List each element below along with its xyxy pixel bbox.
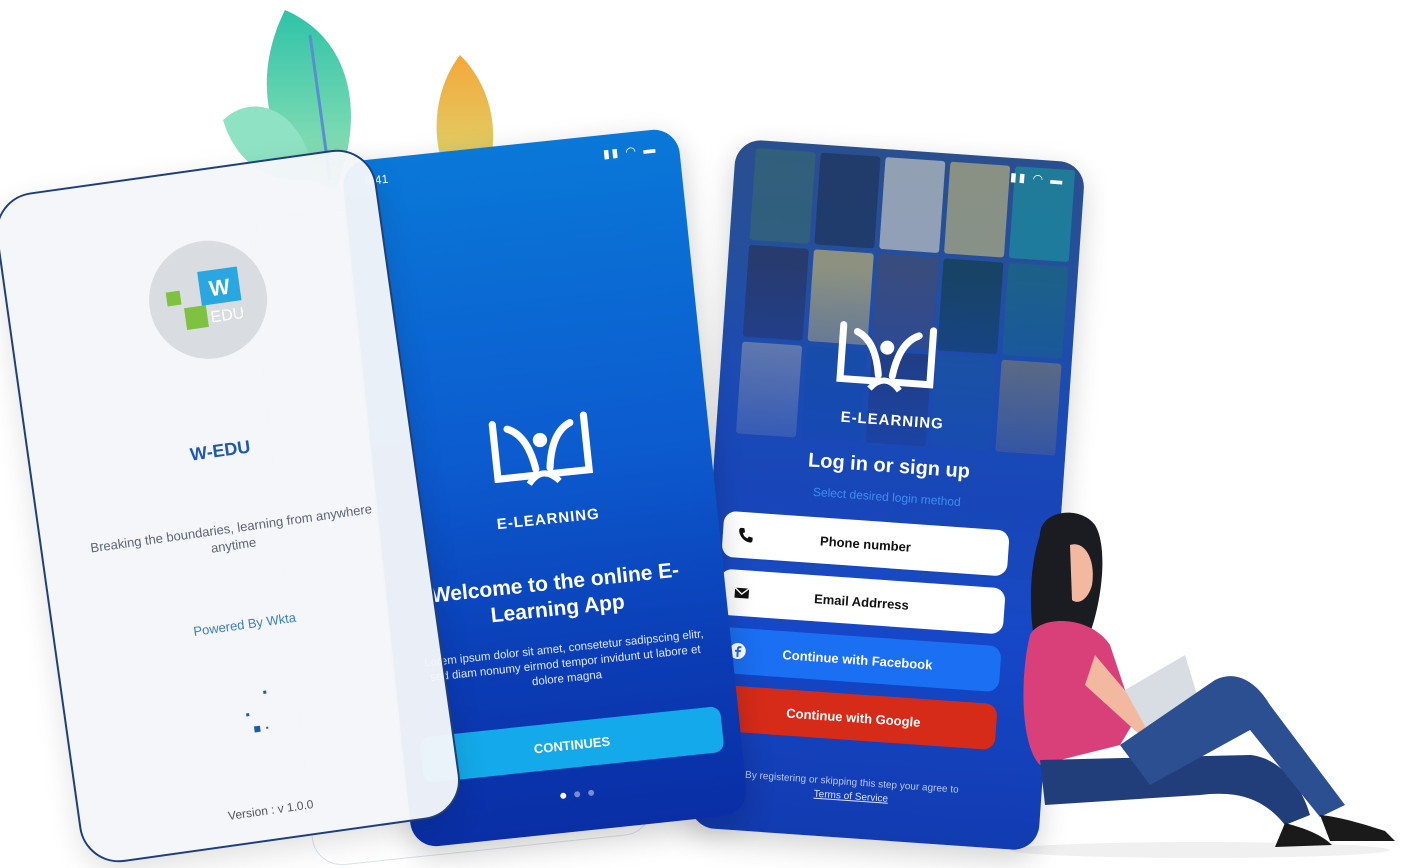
facebook-login-button[interactable]: Continue with Facebook bbox=[713, 626, 1002, 693]
app-tagline: Breaking the boundaries, learning from a… bbox=[89, 501, 373, 556]
svg-text:W: W bbox=[207, 274, 231, 302]
welcome-body-text: Lorem ipsum dolor sit amet, consetetur s… bbox=[423, 628, 705, 689]
facebook-login-label: Continue with Facebook bbox=[781, 646, 933, 673]
email-address-button[interactable]: Email Addrress bbox=[717, 568, 1006, 635]
terms-notice: By registering or skipping this step you… bbox=[711, 766, 992, 813]
google-login-button[interactable]: Continue with Google bbox=[709, 684, 998, 751]
page-dot[interactable] bbox=[587, 789, 595, 797]
terms-of-service-link[interactable]: Terms of Service bbox=[813, 789, 888, 805]
mail-icon bbox=[734, 587, 750, 599]
phone-number-label: Phone number bbox=[819, 532, 912, 555]
brand-name: E-LEARNING bbox=[496, 505, 601, 534]
phone-icon bbox=[739, 527, 753, 543]
woman-reading-illustration bbox=[1010, 512, 1395, 858]
svg-text:EDU: EDU bbox=[210, 305, 246, 327]
loading-spinner-icon bbox=[246, 690, 269, 733]
google-login-label: Continue with Google bbox=[785, 705, 921, 730]
app-title: W-EDU bbox=[188, 436, 252, 465]
powered-by-text: Powered By Wkta bbox=[192, 609, 297, 639]
page-dot[interactable] bbox=[573, 791, 581, 798]
book-logo-icon bbox=[836, 321, 938, 393]
app-logo: W EDU bbox=[141, 233, 275, 367]
email-address-label: Email Addrress bbox=[813, 590, 910, 613]
status-bar-icons: ▮▮ ◠ ▬ bbox=[602, 141, 658, 162]
book-logo-icon bbox=[488, 411, 594, 486]
page-dot-active[interactable] bbox=[559, 792, 567, 800]
continues-button[interactable]: CONTINUES bbox=[419, 705, 725, 784]
w-edu-logo-icon: W EDU bbox=[165, 266, 246, 330]
